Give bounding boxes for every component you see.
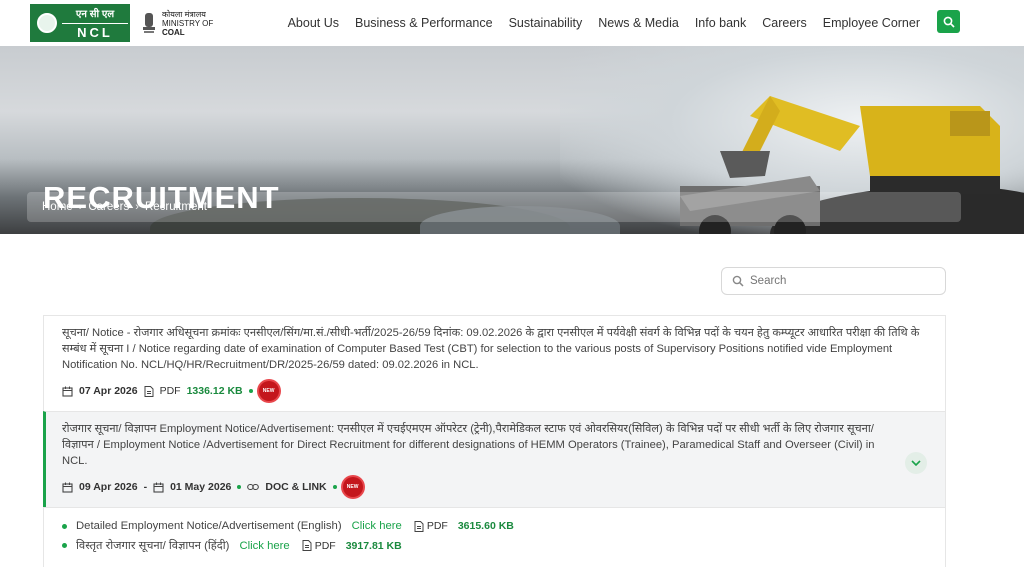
hero-banner: RECRUITMENT Home › Careers › Recruitment	[0, 46, 1024, 234]
bullet-dot	[62, 543, 67, 548]
nav-employee-corner[interactable]: Employee Corner	[823, 16, 920, 30]
attachments-panel: Detailed Employment Notice/Advertisement…	[43, 507, 946, 567]
calendar-icon	[153, 482, 164, 493]
item-meta: 09 Apr 2026 - 01 May 2026 DOC & LINK NEW	[62, 477, 927, 497]
document-icon	[144, 385, 154, 397]
main-nav: About Us Business & Performance Sustaina…	[288, 0, 920, 46]
chevron-right-icon: ›	[78, 201, 83, 213]
breadcrumb-current: Recruitment	[144, 201, 207, 213]
attachment-row: Detailed Employment Notice/Advertisement…	[62, 520, 945, 532]
calendar-icon	[62, 386, 73, 397]
click-here-link[interactable]: Click here	[239, 540, 289, 552]
ministry-of-coal-logo[interactable]: कोयला मंत्रालय MINISTRY OF COAL	[140, 10, 213, 37]
bullet-dot	[62, 523, 67, 529]
attachment-type: PDF	[314, 539, 336, 552]
logo-english-text: NCL	[62, 23, 128, 41]
nav-about-us[interactable]: About Us	[288, 16, 339, 30]
attachment-file[interactable]: PDF	[414, 520, 448, 532]
separator-dot	[248, 389, 253, 393]
attachment-size: 3917.81 KB	[345, 539, 402, 552]
new-badge: NEW	[258, 381, 279, 401]
ministry-line1: MINISTRY OF	[162, 18, 214, 28]
search-icon	[943, 16, 955, 28]
attachment-label: Detailed Employment Notice/Advertisement…	[76, 520, 342, 532]
item-title[interactable]: रोजगार सूचना/ विज्ञापन Employment Notice…	[62, 421, 882, 469]
item-date-from: 09 Apr 2026	[79, 481, 138, 493]
nav-careers[interactable]: Careers	[762, 16, 806, 30]
breadcrumb-careers[interactable]: Careers	[88, 201, 129, 213]
breadcrumb-home[interactable]: Home	[42, 201, 73, 213]
search-box	[721, 267, 946, 295]
date-range-separator: -	[143, 481, 148, 493]
logo-hindi-text: एन सी एल	[62, 6, 128, 23]
chevron-down-icon	[911, 460, 921, 466]
item-file-type: PDF	[159, 385, 181, 397]
nav-business-performance[interactable]: Business & Performance	[355, 16, 493, 30]
recruitment-list: सूचना/ Notice - रोजगार अधिसूचना क्रमांकः…	[43, 315, 946, 567]
click-here-link[interactable]: Click here	[352, 520, 402, 532]
item-file-size: 1336.12 KB	[186, 385, 243, 397]
attachment-file[interactable]: PDF	[302, 540, 336, 552]
breadcrumb: Home › Careers › Recruitment	[27, 192, 961, 222]
document-icon	[414, 520, 424, 532]
separator-dot	[237, 485, 242, 489]
national-emblem-icon	[140, 10, 158, 36]
separator-dot	[332, 485, 337, 489]
site-header: एन सी एल NCL कोयला मंत्रालय MINISTRY OF …	[0, 0, 1024, 46]
new-badge: NEW	[342, 477, 363, 497]
document-icon	[302, 540, 312, 551]
chevron-right-icon: ›	[135, 201, 139, 213]
search-input[interactable]	[750, 275, 930, 287]
ncl-logo[interactable]: एन सी एल NCL	[30, 4, 130, 42]
attachment-label: विस्तृत रोजगार सूचना/ विज्ञापन (हिंदी)	[76, 540, 230, 552]
ministry-hindi: कोयला मंत्रालय	[162, 9, 206, 19]
item-date-to: 01 May 2026	[170, 481, 232, 493]
calendar-icon	[62, 482, 73, 493]
ncl-emblem-icon	[32, 6, 62, 40]
attachment-type: PDF	[426, 520, 448, 532]
nav-sustainability[interactable]: Sustainability	[509, 16, 583, 30]
nav-info-bank[interactable]: Info bank	[695, 16, 746, 30]
attachment-row: विस्तृत रोजगार सूचना/ विज्ञापन (हिंदी) C…	[62, 538, 945, 553]
item-title[interactable]: सूचना/ Notice - रोजगार अधिसूचना क्रमांकः…	[62, 325, 927, 373]
item-meta: 07 Apr 2026 PDF 1336.12 KB NEW	[62, 381, 927, 401]
ministry-line2: COAL	[162, 27, 185, 37]
attachment-size: 3615.60 KB	[457, 520, 514, 532]
expand-toggle-button[interactable]	[905, 452, 927, 474]
item-file-type: DOC & LINK	[265, 481, 327, 493]
list-item[interactable]: सूचना/ Notice - रोजगार अधिसूचना क्रमांकः…	[43, 315, 946, 411]
nav-news-media[interactable]: News & Media	[598, 16, 679, 30]
search-icon	[732, 275, 744, 287]
link-icon	[247, 483, 260, 491]
list-item-expanded[interactable]: रोजगार सूचना/ विज्ञापन Employment Notice…	[43, 411, 946, 507]
header-search-button[interactable]	[937, 10, 960, 33]
item-date: 07 Apr 2026	[79, 385, 138, 397]
